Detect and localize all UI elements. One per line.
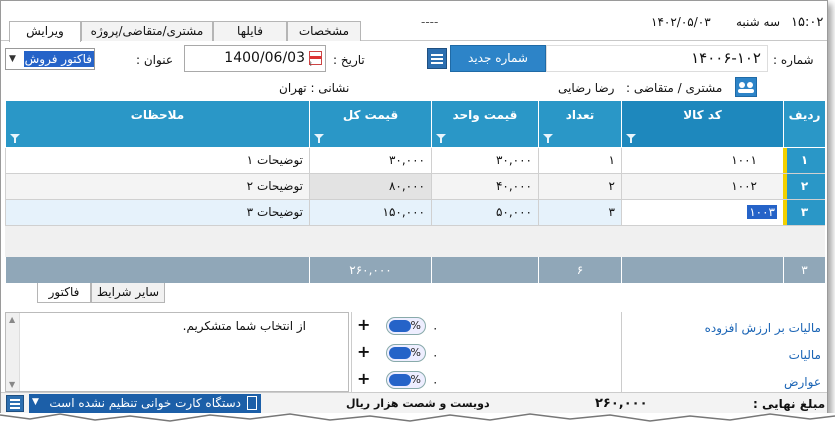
placeholder-text: ----	[421, 15, 439, 29]
clock-time: ۱۵:۰۲	[791, 15, 824, 30]
tax-percent-toggle[interactable]: %	[386, 344, 426, 362]
amount-in-words: دویست و شصت هزار ریال	[346, 397, 490, 410]
card-reader-icon	[247, 396, 257, 410]
chevron-down-icon: ▼	[32, 397, 39, 407]
tab-specs[interactable]: مشخصات	[287, 21, 361, 41]
customer-icon[interactable]	[735, 77, 757, 97]
row-marker	[783, 148, 787, 173]
customer-name: رضا رضایی	[558, 81, 615, 95]
header-total-price[interactable]: قیمت کل	[309, 101, 431, 147]
cell-qty[interactable]: ۲	[538, 174, 621, 199]
table-row[interactable]: ۱ ۱۰۰۱ ۱ ۳۰,۰۰۰ ۳۰,۰۰۰ توضیحات ۱	[5, 148, 825, 174]
top-bar: ۱۵:۰۲ سه شنبه ۱۴۰۲/۰۵/۰۳ ---- مشخصات فای…	[1, 1, 827, 42]
title-select[interactable]: فاکتور فروش ▼	[5, 48, 95, 70]
status-bar: مبلغ نهایی : ۲۶۰,۰۰۰ دویست و شصت هزار ری…	[1, 392, 827, 414]
row-number: ۱	[783, 148, 825, 173]
vat-label: مالیات بر ارزش افزوده	[704, 321, 821, 335]
tab-files[interactable]: فایلها	[213, 21, 287, 41]
date-field[interactable]: 1400/06/03 12	[184, 45, 326, 72]
notes-textarea[interactable]: از انتخاب شما متشکریم. ▲ ▼	[5, 312, 349, 392]
vat-percent-toggle[interactable]: %	[386, 317, 426, 335]
duties-value: ۰	[432, 375, 439, 389]
cell-qty[interactable]: ۱	[538, 148, 621, 173]
final-amount-value: ۲۶۰,۰۰۰	[595, 396, 648, 411]
cell-notes[interactable]: توضیحات ۲	[5, 174, 309, 199]
scroll-up-icon[interactable]: ▲	[9, 315, 15, 324]
number-label: شماره :	[773, 53, 814, 67]
cell-notes[interactable]: توضیحات ۳	[5, 200, 309, 225]
table-row[interactable]: ۲ ۱۰۰۲ ۲ ۴۰,۰۰۰ ۸۰,۰۰۰ توضیحات ۲	[5, 174, 825, 200]
grid-footer: ۳ ۶ ۲۶۰,۰۰۰	[5, 257, 825, 283]
filter-icon[interactable]	[10, 134, 20, 143]
tab-invoice[interactable]: فاکتور	[37, 283, 91, 303]
cell-code[interactable]: ۱۰۰۲	[621, 174, 783, 199]
tab-other-conditions[interactable]: سایر شرایط	[91, 283, 165, 303]
vat-value: ۰	[432, 321, 439, 335]
filter-icon[interactable]	[626, 134, 636, 143]
cell-unit-price[interactable]: ۴۰,۰۰۰	[431, 174, 538, 199]
cell-unit-price[interactable]: ۳۰,۰۰۰	[431, 148, 538, 173]
cell-code-editing[interactable]: ۱۰۰۳	[621, 200, 783, 225]
final-amount-label: مبلغ نهایی :	[753, 397, 826, 411]
cell-notes[interactable]: توضیحات ۱	[5, 148, 309, 173]
title-label: عنوان :	[136, 53, 173, 67]
footer-count: ۳	[783, 257, 825, 283]
filter-icon[interactable]	[436, 134, 446, 143]
filter-icon[interactable]	[543, 134, 553, 143]
tab-customer-project[interactable]: مشتری/متقاضی/پروژه	[81, 21, 213, 41]
card-reader-select[interactable]: دستگاه کارت خوانی تنظیم نشده است ▼	[29, 394, 261, 413]
row-number: ۳	[783, 200, 825, 225]
tax-value: ۰	[432, 348, 439, 362]
header-unit-price[interactable]: قیمت واحد	[431, 101, 538, 147]
header-notes[interactable]: ملاحظات	[5, 101, 309, 147]
cell-total: ۸۰,۰۰۰	[309, 174, 431, 199]
calendar-icon[interactable]: 12	[304, 51, 322, 68]
settings-list-icon[interactable]	[6, 395, 24, 412]
cell-total: ۳۰,۰۰۰	[309, 148, 431, 173]
svg-text:12: 12	[310, 61, 312, 68]
header-quantity[interactable]: تعداد	[538, 101, 621, 147]
row-marker	[783, 174, 787, 199]
new-number-button[interactable]: شماره جدید	[450, 45, 546, 72]
footer-notes	[5, 257, 309, 283]
tab-edit[interactable]: ویرایش	[9, 21, 81, 42]
notes-scrollbar[interactable]: ▲ ▼	[6, 313, 20, 391]
weekday: سه شنبه	[736, 15, 781, 29]
row-marker	[783, 200, 787, 225]
duties-add-button[interactable]: +	[357, 369, 370, 388]
filter-icon[interactable]	[314, 134, 324, 143]
invoice-window: ۱۵:۰۲ سه شنبه ۱۴۰۲/۰۵/۰۳ ---- مشخصات فای…	[0, 0, 828, 440]
duties-label: عوارض	[784, 375, 821, 389]
table-row-selected[interactable]: ۳ ۱۰۰۳ ۳ ۵۰,۰۰۰ ۱۵۰,۰۰۰ توضیحات ۳	[5, 200, 825, 226]
customer-label: مشتری / متقاضی :	[626, 81, 723, 95]
tax-add-button[interactable]: +	[357, 342, 370, 361]
list-icon[interactable]	[427, 48, 447, 69]
cell-total: ۱۵۰,۰۰۰	[309, 200, 431, 225]
duties-percent-toggle[interactable]: %	[386, 371, 426, 389]
footer-code	[621, 257, 783, 283]
row-number: ۲	[783, 174, 825, 199]
footer-unit	[431, 257, 538, 283]
cell-code[interactable]: ۱۰۰۱	[621, 148, 783, 173]
footer-total-sum: ۲۶۰,۰۰۰	[309, 257, 431, 283]
current-date: ۱۴۰۲/۰۵/۰۳	[651, 15, 711, 29]
header-product-code[interactable]: کد کالا	[621, 101, 783, 147]
torn-edge	[0, 413, 835, 446]
address-label: نشانی : تهران	[279, 81, 350, 95]
chevron-down-icon: ▼	[9, 54, 16, 64]
scroll-down-icon[interactable]: ▼	[9, 380, 15, 389]
tax-label: مالیات	[788, 348, 821, 362]
invoice-number-field[interactable]: ۱۴۰۰۶-۱۰۲	[546, 45, 768, 72]
cell-unit-price[interactable]: ۵۰,۰۰۰	[431, 200, 538, 225]
date-label: تاریخ :	[333, 53, 365, 67]
vat-add-button[interactable]: +	[357, 315, 370, 334]
footer-qty-sum: ۶	[538, 257, 621, 283]
header-row-number[interactable]: ردیف	[783, 101, 825, 147]
cell-qty[interactable]: ۳	[538, 200, 621, 225]
grid-empty-area	[5, 226, 825, 257]
